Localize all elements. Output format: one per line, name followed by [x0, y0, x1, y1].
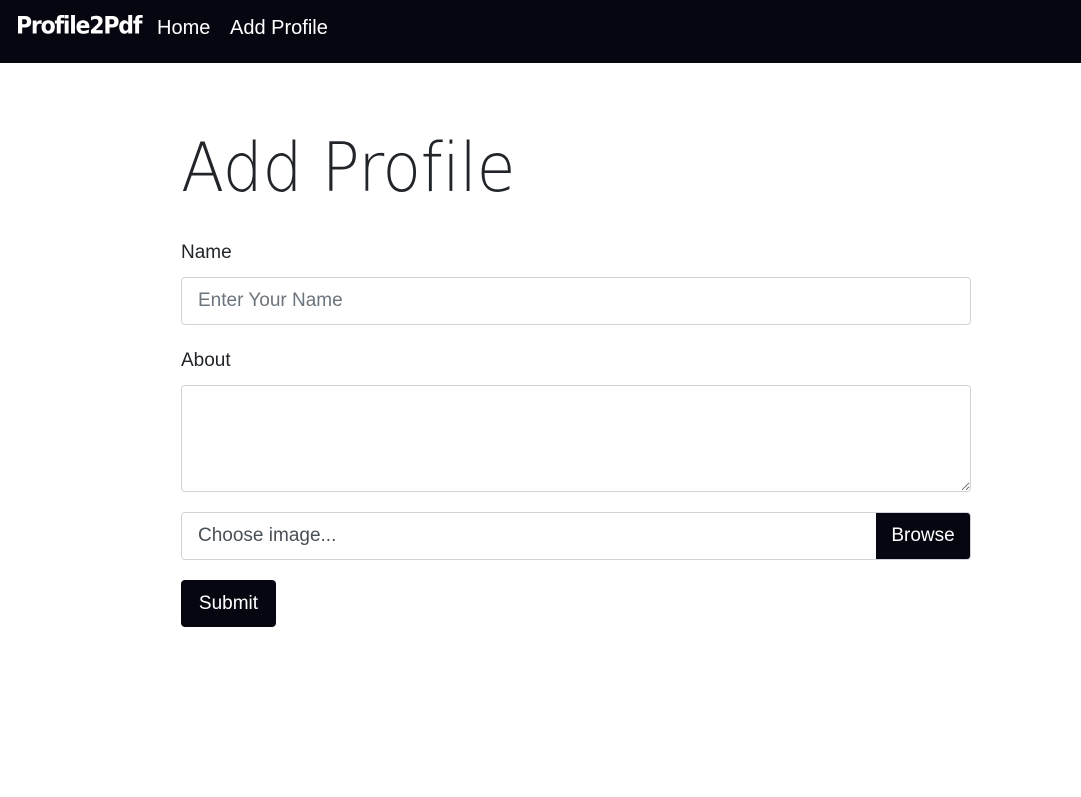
about-label: About	[181, 350, 231, 371]
browse-button[interactable]: Browse	[876, 513, 970, 559]
file-input-label[interactable]: Choose image...	[182, 513, 876, 559]
top-navbar: Profile2Pdf Home Add Profile	[0, 0, 1081, 63]
submit-button[interactable]: Submit	[181, 580, 276, 627]
name-input[interactable]	[181, 277, 971, 325]
nav-link-home[interactable]: Home	[157, 17, 210, 40]
image-file-input[interactable]: Choose image... Browse	[181, 512, 971, 560]
page-title: Add Profile	[181, 129, 516, 208]
nav-link-add-profile[interactable]: Add Profile	[230, 17, 328, 40]
name-label: Name	[181, 242, 232, 263]
about-textarea[interactable]	[181, 385, 971, 492]
brand-logo-link[interactable]: Profile2Pdf	[16, 13, 142, 40]
